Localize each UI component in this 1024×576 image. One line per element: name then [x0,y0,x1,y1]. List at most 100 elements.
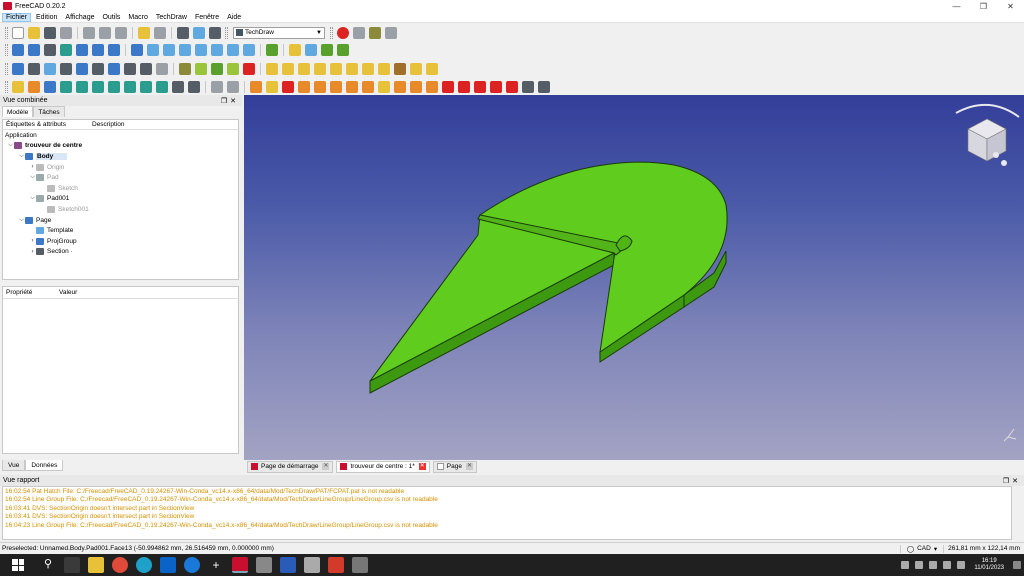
recompute-icon[interactable] [193,26,205,39]
volume-icon[interactable] [929,561,938,569]
media-icon[interactable] [328,557,344,573]
outlook-icon[interactable] [160,557,176,573]
paste-icon[interactable] [115,26,127,39]
start-icon[interactable] [12,559,24,571]
chain-dims-icon[interactable] [474,80,486,93]
language-icon[interactable] [957,561,966,569]
tree-item[interactable]: ⌵ Pad [3,172,238,183]
decorate-line-icon[interactable] [188,80,200,93]
change-line-attributes-icon[interactable] [362,80,374,93]
macro-run-icon[interactable] [385,26,397,39]
menu-fichier[interactable]: Fichier [2,12,32,22]
active-view-icon[interactable] [44,62,56,75]
edge-icon[interactable] [136,557,152,573]
export-page-svg-icon[interactable] [12,80,24,93]
coordinate-dims-icon[interactable] [490,80,502,93]
redo-icon[interactable] [154,26,166,39]
image-icon[interactable] [227,62,239,75]
menu-outils[interactable]: Outils [99,14,123,21]
fit-all-icon[interactable] [12,43,24,56]
chamfer-dims-icon[interactable] [506,80,518,93]
left-view-icon[interactable] [243,43,255,56]
extent-dimension-icon[interactable] [378,62,390,75]
twisty-icon[interactable]: › [29,164,36,170]
tab-vue[interactable]: Vue [2,460,26,471]
cosmetic-vertex-icon[interactable] [60,80,72,93]
toolbar-grip[interactable] [5,26,8,39]
doc-tab-start[interactable]: Page de démarrage ✕ [247,460,334,473]
open-file-icon[interactable] [28,26,40,39]
tree-item[interactable]: › Origin [3,162,238,173]
export-page-dxf-icon[interactable] [28,80,40,93]
chevron-up-icon[interactable] [901,561,910,569]
rich-annotation-icon[interactable] [266,80,278,93]
horizontal-dimension-icon[interactable] [282,62,294,75]
create-group-icon[interactable] [305,43,317,56]
thread-hole-icon[interactable] [330,80,342,93]
doc-tab-trouveur[interactable]: trouveur de centre : 1* ✕ [336,460,430,473]
tree-item[interactable]: Template [3,225,238,236]
arch-view-icon[interactable] [124,62,136,75]
tree-item[interactable]: ⌵ Page [3,215,238,226]
symbol-icon[interactable] [211,62,223,75]
centerline-icon[interactable] [108,80,120,93]
2point-centerline-icon[interactable] [156,80,168,93]
menu-fenetre[interactable]: Fenêtre [192,14,222,21]
whats-this-icon[interactable] [209,26,221,39]
camera-icon[interactable] [256,557,272,573]
close-window-button[interactable]: ✕ [997,2,1024,11]
calculator-icon[interactable] [304,557,320,573]
tree-item[interactable]: › ProjGroup [3,236,238,247]
menu-techdraw[interactable]: TechDraw [153,14,190,21]
top-view-icon[interactable] [179,43,191,56]
radius-dimension-icon[interactable] [314,62,326,75]
minimize-button[interactable]: — [943,2,970,11]
right-view-icon[interactable] [195,43,207,56]
draw-arc-icon[interactable] [410,80,422,93]
select-line-attributes-icon[interactable] [346,80,358,93]
copy-icon[interactable] [99,26,111,39]
tree-item[interactable]: Sketch001 [3,204,238,215]
app-icon[interactable] [184,557,200,573]
2line-centerline-icon[interactable] [140,80,152,93]
leader-line-icon[interactable] [250,80,262,93]
notifications-icon[interactable] [1013,561,1021,569]
angle-dimension-icon[interactable] [346,62,358,75]
dock-controls[interactable]: ❐✕ [1003,477,1021,485]
clip-group-icon[interactable] [156,62,168,75]
plus-icon[interactable]: + [208,557,224,573]
rear-view-icon[interactable] [211,43,223,56]
save-icon[interactable] [44,26,56,39]
twisty-icon[interactable]: ⌵ [29,195,36,202]
angle3pt-dimension-icon[interactable] [362,62,374,75]
draw-circle-icon[interactable] [394,80,406,93]
twisty-icon[interactable]: ⌵ [18,153,25,160]
projection-group-icon[interactable] [60,62,72,75]
task-view-icon[interactable] [64,557,80,573]
navigation-style-button[interactable]: ◯ CAD ▾ [899,544,945,553]
tree-column-labels[interactable]: Étiquettes & attributs [3,121,89,128]
twisty-icon[interactable]: ⌵ [29,174,36,181]
link-icon[interactable] [108,43,120,56]
value-column[interactable]: Valeur [56,289,77,296]
detail-view-icon[interactable] [92,62,104,75]
cut-icon[interactable] [83,26,95,39]
make-link-icon[interactable] [321,43,333,56]
link-dimension-icon[interactable] [394,62,406,75]
network-icon[interactable] [915,561,924,569]
freecad-taskbar-icon[interactable] [232,557,248,573]
menu-edition[interactable]: Edition [33,14,60,21]
twisty-icon[interactable]: › [29,238,36,244]
draw-line-icon[interactable] [426,80,438,93]
navigation-cube[interactable] [955,103,1020,166]
fit-selection-icon[interactable] [28,43,40,56]
search-icon[interactable]: ⚲ [40,557,56,573]
draft-view-icon[interactable] [108,62,120,75]
axonometric-dimension-icon[interactable] [282,80,294,93]
create-part-icon[interactable] [289,43,301,56]
hatch-icon[interactable] [179,62,191,75]
insert-page-icon[interactable] [12,62,24,75]
bounding-box-icon[interactable] [60,43,72,56]
bottom-view-icon[interactable] [227,43,239,56]
settings-icon[interactable] [352,557,368,573]
